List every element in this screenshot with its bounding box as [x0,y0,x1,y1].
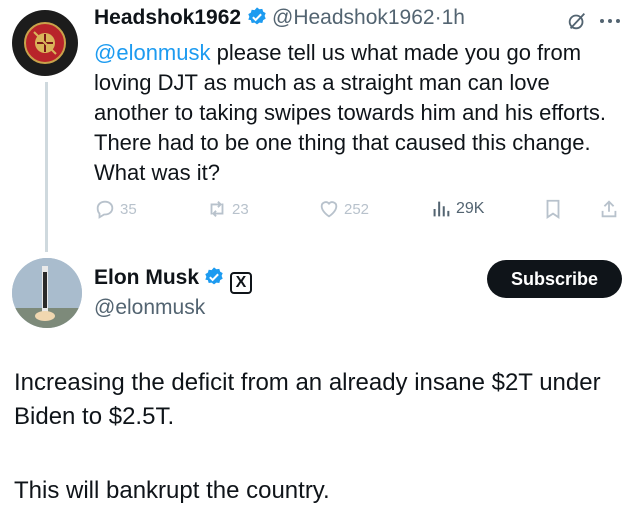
marine-corps-emblem-icon [13,11,77,75]
rocket-launch-icon [12,258,82,328]
timestamp[interactable]: 1h [442,6,465,29]
reply-action[interactable]: 35 [94,198,137,220]
separator: · [434,6,442,29]
reply-header: Headshok1962 @Headshok1962·1h [94,6,465,30]
reposts-count: 23 [232,200,249,218]
mention-link[interactable]: @elonmusk [94,40,211,65]
author-name[interactable]: Elon Musk [94,266,199,289]
x-affiliate-badge: X [229,272,252,294]
views-action[interactable]: 29K [430,198,484,220]
post-header: Elon Musk X [94,266,252,294]
grok-icon[interactable] [566,10,588,32]
author-handle[interactable]: @Headshok1962 [272,6,435,29]
views-count: 29K [456,200,485,217]
verified-icon [247,7,266,25]
bookmark-icon[interactable] [542,198,564,220]
likes-count: 252 [344,200,370,218]
repost-icon [210,201,224,217]
post-paragraph-1: Increasing the deficit from an already i… [14,369,601,430]
subscribe-button[interactable]: Subscribe [487,260,622,298]
like-icon [320,201,338,218]
repost-action[interactable]: 23 [206,198,249,220]
more-icon[interactable] [598,16,622,26]
reply-icon [96,200,114,219]
avatar[interactable] [12,10,78,76]
reply-text: @elonmusk please tell us what made you g… [94,38,624,188]
avatar[interactable] [12,258,82,328]
replies-count: 35 [120,200,137,218]
post-paragraph-2: This will bankrupt the country. [14,477,330,504]
like-action[interactable]: 252 [318,198,369,220]
share-icon[interactable] [598,198,620,220]
author-handle[interactable]: @elonmusk [94,296,205,320]
views-icon [433,201,450,217]
author-name[interactable]: Headshok1962 [94,6,241,29]
verified-icon [205,267,224,285]
thread-line [45,82,48,252]
